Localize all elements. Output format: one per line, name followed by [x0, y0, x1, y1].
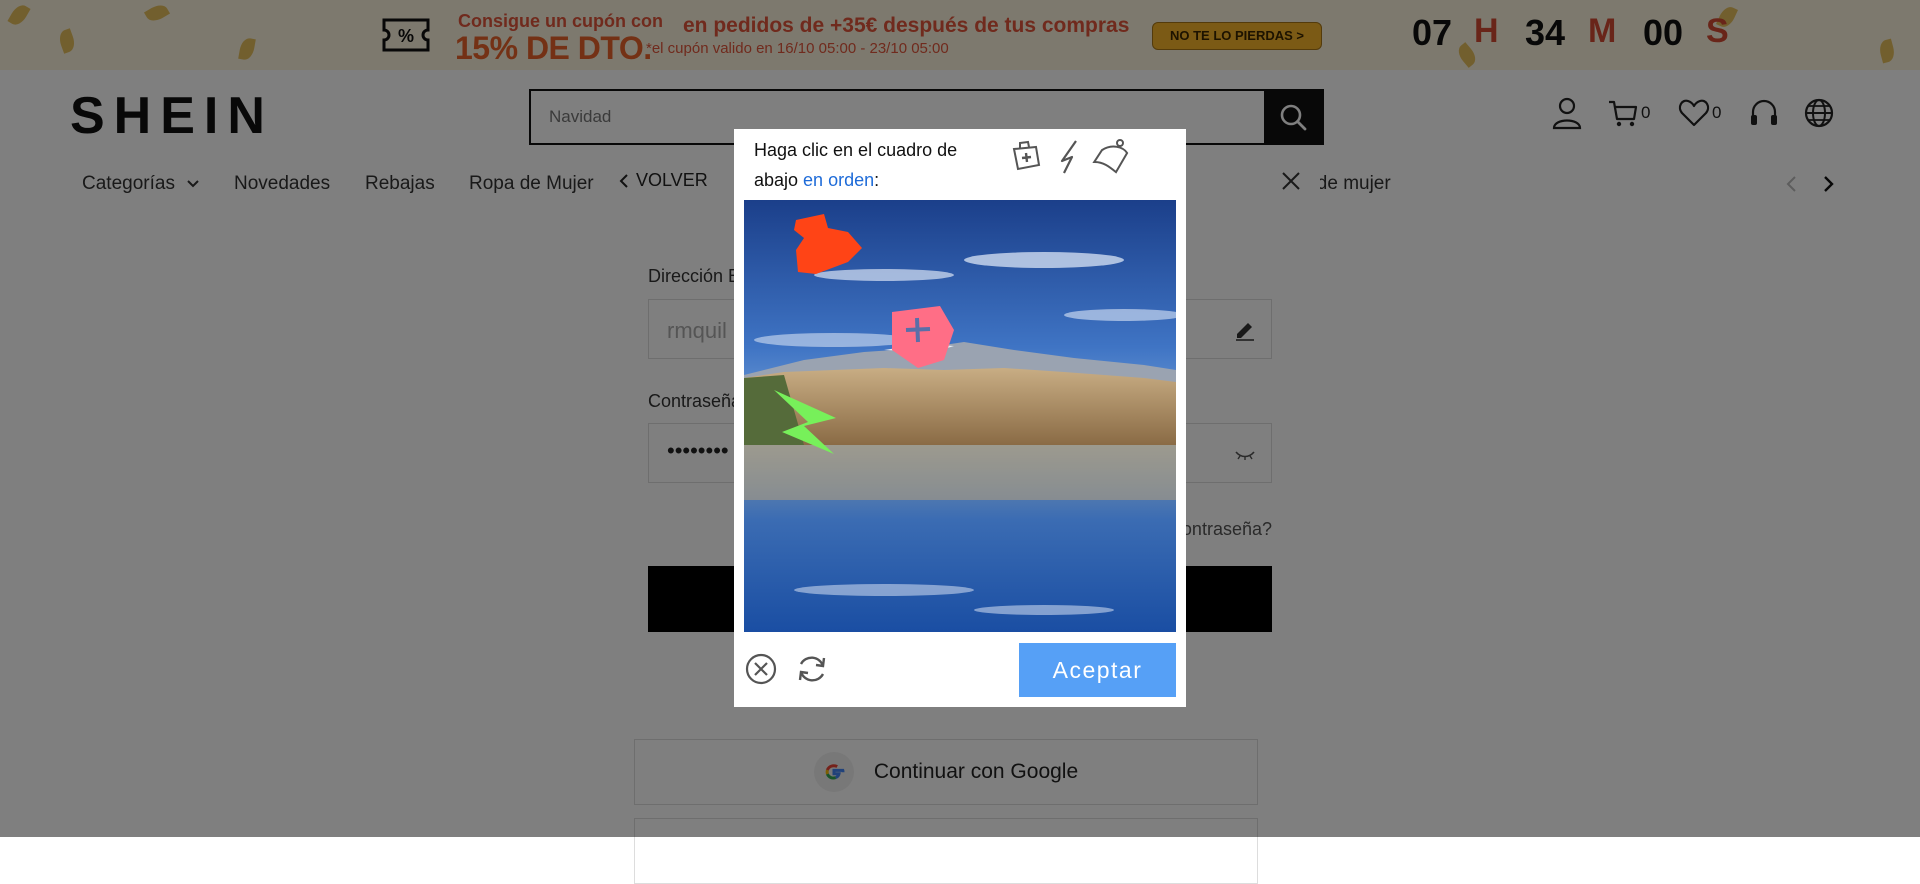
captcha-instruction-highlight: en orden [803, 170, 875, 190]
captcha-dialog: Haga clic en el cuadro de abajo en orden… [734, 129, 1186, 707]
bell-icon [1092, 139, 1129, 174]
refresh-icon[interactable] [795, 652, 829, 686]
captcha-image[interactable] [744, 200, 1176, 632]
first-aid-kit-icon [1012, 140, 1041, 171]
accept-button[interactable]: Aceptar [1019, 643, 1176, 697]
captcha-instruction: Haga clic en el cuadro de abajo en orden… [754, 140, 958, 190]
lake-landscape-image[interactable] [744, 200, 1176, 632]
lightning-icon [1060, 140, 1077, 174]
close-icon[interactable] [744, 652, 778, 686]
